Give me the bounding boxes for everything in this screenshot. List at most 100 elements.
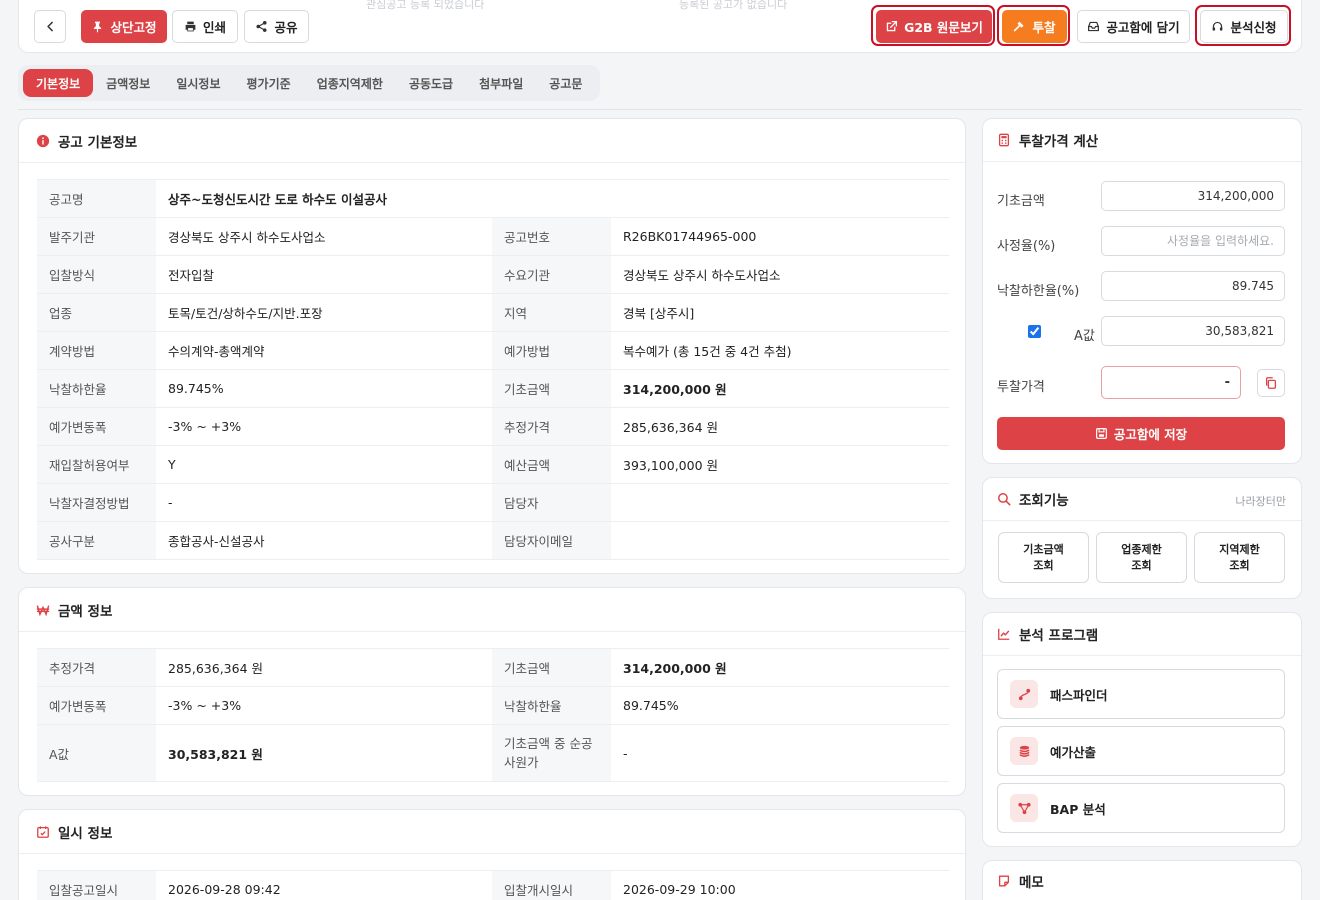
program-label: BAP 분석 — [1050, 801, 1106, 817]
cell-label: 입찰개시일시 — [492, 870, 611, 900]
cell-value: 285,636,364 원 — [611, 407, 950, 446]
base-amount-lookup-button[interactable]: 기초금액 조회 — [998, 532, 1089, 583]
cell-value: 수의계약-총액계약 — [156, 331, 492, 370]
g2b-original-label: G2B 원문보기 — [904, 20, 983, 35]
cell-value: R26BK01744965-000 — [611, 217, 950, 256]
route-icon — [1010, 680, 1038, 708]
bid-calculator-header: 투찰가격 계산 — [983, 119, 1301, 162]
cell-value: 393,100,000 원 — [611, 445, 950, 484]
external-link-icon — [886, 20, 898, 32]
table-row: 예가변동폭 -3% ~ +3% 추정가격 285,636,364 원 — [37, 407, 950, 446]
tab-attachments[interactable]: 첨부파일 — [466, 69, 536, 97]
cell-value: 285,636,364 원 — [156, 648, 492, 687]
copy-icon — [1265, 377, 1277, 389]
tab-schedule[interactable]: 일시정보 — [163, 69, 233, 97]
cell-value: 전자입찰 — [156, 255, 492, 294]
cell-label: 낙찰자결정방법 — [37, 483, 156, 522]
save-icon — [1095, 428, 1107, 439]
a-value-input[interactable] — [1101, 316, 1285, 346]
assessment-rate-label: 사정율(%) — [997, 239, 1056, 254]
save-to-folder-button[interactable]: 공고함에 저장 — [997, 417, 1285, 450]
cell-label: 입찰방식 — [37, 255, 156, 294]
share-icon — [256, 21, 268, 32]
industry-limit-lookup-button[interactable]: 업종제한 조회 — [1096, 532, 1187, 583]
lower-limit-rate-input[interactable] — [1101, 271, 1285, 301]
program-label: 패스파인더 — [1050, 687, 1108, 703]
cell-value: Y — [156, 445, 492, 484]
save-to-folder-label: 공고함에 저장 — [1113, 427, 1188, 442]
print-button[interactable]: 인쇄 — [172, 10, 238, 43]
info-icon — [36, 134, 50, 147]
cell-value: -3% ~ +3% — [156, 686, 492, 725]
cell-value: 복수예가 (총 15건 중 4건 추첨) — [611, 331, 950, 370]
bid-button[interactable]: 투찰 — [1002, 10, 1067, 43]
lower-limit-rate-label: 낙찰하한율(%) — [997, 284, 1080, 299]
g2b-original-button[interactable]: G2B 원문보기 — [876, 10, 992, 43]
cell-value — [611, 521, 950, 560]
program-label: 예가산출 — [1050, 744, 1097, 760]
ghost-notice-left: 관심공고 등록 되었습니다 — [366, 0, 485, 11]
section-tabs: 기본정보 금액정보 일시정보 평가기준 업종지역제한 공동도급 첨부파일 공고문 — [18, 65, 601, 101]
analysis-request-button[interactable]: 분석신청 — [1200, 10, 1288, 43]
table-row: 발주기관 경상북도 상주시 하수도사업소 공고번호 R26BK01744965-000 — [37, 217, 950, 256]
program-price-estimation[interactable]: 예가산출 — [997, 726, 1285, 776]
analysis-request-label: 분석신청 — [1230, 20, 1277, 35]
cell-label: 수요기관 — [492, 255, 611, 294]
assessment-rate-input[interactable] — [1101, 226, 1285, 256]
cell-label: 예가변동폭 — [37, 686, 156, 725]
pin-icon — [94, 21, 102, 33]
table-row: 공고명 상주~도청신도시간 도로 하수도 이설공사 — [37, 179, 950, 218]
calendar-check-icon — [37, 825, 49, 838]
basic-info-card: 공고 기본정보 공고명 상주~도청신도시간 도로 하수도 이설공사 발주기관 경상… — [18, 118, 966, 574]
notice-name-value: 상주~도청신도시간 도로 하수도 이설공사 — [156, 179, 950, 218]
tab-evaluation[interactable]: 평가기준 — [234, 69, 304, 97]
tab-notice-document[interactable]: 공고문 — [536, 69, 595, 97]
bid-price-label: 투찰가격 — [997, 380, 1045, 395]
cell-value — [611, 483, 950, 522]
network-icon — [1010, 794, 1038, 822]
pin-top-button[interactable]: 상단고정 — [81, 10, 167, 43]
cell-label: 지역 — [492, 293, 611, 332]
memo-title: 메모 — [1019, 874, 1044, 891]
cell-label: 예가변동폭 — [37, 407, 156, 446]
copy-bid-price-button[interactable] — [1257, 369, 1285, 397]
bid-price-input[interactable] — [1101, 366, 1241, 399]
tab-joint-contract[interactable]: 공동도급 — [396, 69, 466, 97]
calculator-icon — [998, 133, 1010, 147]
program-pathfinder[interactable]: 패스파인더 — [997, 669, 1285, 719]
cell-value: 경상북도 상주시 하수도사업소 — [156, 217, 492, 256]
basic-info-title: 공고 기본정보 — [58, 134, 138, 151]
cell-label: 예가방법 — [492, 331, 611, 370]
cell-value: 314,200,000 원 — [611, 648, 949, 687]
back-button[interactable] — [34, 10, 66, 43]
cell-label: 기초금액 중 순공사원가 — [492, 724, 611, 782]
cell-label: 입찰공고일시 — [37, 870, 156, 900]
program-bap-analysis[interactable]: BAP 분석 — [997, 783, 1285, 833]
region-limit-lookup-button[interactable]: 지역제한 조회 — [1194, 532, 1285, 583]
cell-label: 담당자 — [492, 483, 611, 522]
lookup-title: 조회기능 — [1019, 493, 1069, 509]
cell-value: 경북 [상주시] — [611, 293, 950, 332]
table-row: A값 30,583,821 원 기초금액 중 순공사원가 - — [37, 724, 949, 782]
share-button[interactable]: 공유 — [244, 10, 309, 43]
cell-label: 재입찰허용여부 — [37, 445, 156, 484]
amount-info-table: 추정가격 285,636,364 원 기초금액 314,200,000 원 예가변동폭… — [37, 648, 949, 782]
table-row: 공사구분 종합공사-신설공사 담당자이메일 — [37, 521, 950, 560]
bid-label: 투찰 — [1032, 20, 1056, 35]
cell-label: 낙찰하한율 — [492, 686, 611, 725]
cell-value: - — [156, 483, 492, 522]
table-row: 낙찰자결정방법 - 담당자 — [37, 483, 950, 522]
cell-value: 종합공사-신설공사 — [156, 521, 492, 560]
base-amount-input[interactable] — [1101, 181, 1285, 211]
cell-value: 2026-09-29 10:00 — [611, 870, 949, 900]
table-row: 낙찰하한율 89.745% 기초금액 314,200,000 원 — [37, 369, 950, 408]
top-toolbar: 관심공고 등록 되었습니다 등록된 공고가 없습니다 상단고정 인쇄 공유 G2… — [18, 0, 1302, 53]
analysis-programs-card: 분석 프로그램 패스파인더 예가산출 BAP 분석 — [982, 612, 1302, 847]
won-icon — [36, 604, 50, 616]
add-to-folder-button[interactable]: 공고함에 담기 — [1077, 10, 1190, 43]
a-value-checkbox[interactable] — [1028, 325, 1041, 338]
tab-basic[interactable]: 기본정보 — [23, 69, 94, 97]
tab-industry-region[interactable]: 업종지역제한 — [304, 69, 396, 97]
schedule-info-title: 일시 정보 — [58, 825, 113, 842]
tab-amount[interactable]: 금액정보 — [93, 69, 163, 97]
